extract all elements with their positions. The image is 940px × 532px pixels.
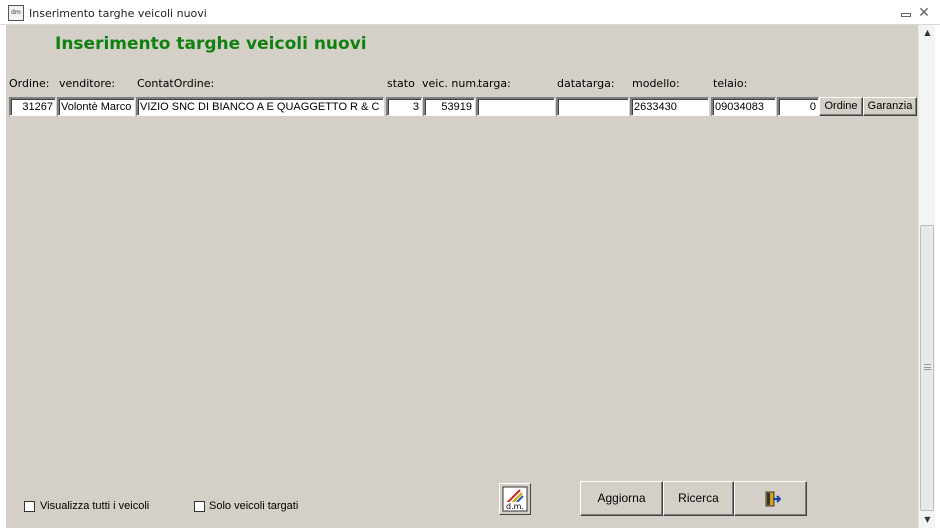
- label-venditore: venditore:: [59, 77, 116, 90]
- label-ordine: Ordine:: [9, 77, 50, 90]
- window-title: Inserimento targhe veicoli nuovi: [29, 7, 207, 20]
- dm-logo-button[interactable]: d.m.: [499, 483, 531, 515]
- extra-field[interactable]: 0: [777, 97, 819, 116]
- solo-targati-label: Solo veicoli targati: [209, 500, 299, 512]
- label-stato: stato: [387, 77, 415, 90]
- exit-door-icon: [765, 491, 781, 507]
- garanzia-button[interactable]: Garanzia: [863, 97, 917, 116]
- title-bar: dm Inserimento targhe veicoli nuovi ✕: [0, 0, 940, 25]
- ricerca-button[interactable]: Ricerca: [663, 481, 734, 516]
- visualizza-tutti-checkbox[interactable]: [24, 501, 35, 512]
- telaio-field[interactable]: 09034083: [711, 97, 776, 116]
- dm-logo-icon: d.m.: [502, 486, 528, 512]
- minimize-icon[interactable]: [899, 8, 913, 20]
- visualizza-tutti-label: Visualizza tutti i veicoli: [40, 500, 150, 512]
- ordine-field[interactable]: 31267: [9, 97, 56, 116]
- datatarga-field[interactable]: [556, 97, 629, 116]
- modello-field[interactable]: 2633430: [630, 97, 709, 116]
- solo-targati-checkbox[interactable]: [194, 501, 205, 512]
- aggiorna-button[interactable]: Aggiorna: [580, 481, 663, 516]
- grip-icon: [924, 364, 931, 370]
- scroll-up-icon[interactable]: ▲: [919, 25, 936, 41]
- exit-button[interactable]: [734, 481, 807, 516]
- venditore-field[interactable]: Volontè Marco: [57, 97, 135, 116]
- label-modello: modello:: [632, 77, 680, 90]
- scroll-thumb[interactable]: [920, 225, 934, 511]
- ordine-button[interactable]: Ordine: [819, 97, 863, 116]
- label-contat-ordine: ContatOrdine:: [137, 77, 215, 90]
- targa-field[interactable]: [476, 97, 555, 116]
- contat-ordine-field[interactable]: VIZIO SNC DI BIANCO A E QUAGGETTO R & C: [136, 97, 384, 116]
- window-border-right: [935, 25, 940, 532]
- window-border-bottom: [0, 528, 940, 532]
- page-title: Inserimento targhe veicoli nuovi: [55, 34, 367, 54]
- scroll-down-icon[interactable]: ▼: [919, 512, 936, 528]
- close-icon[interactable]: ✕: [917, 5, 931, 21]
- app-logo-icon: dm: [8, 5, 24, 21]
- label-targa: targa:: [478, 77, 511, 90]
- label-telaio: telaio:: [713, 77, 748, 90]
- vertical-scrollbar[interactable]: ▲ ▼: [918, 25, 935, 528]
- veic-num-field[interactable]: 53919: [423, 97, 475, 116]
- stato-field[interactable]: 3: [386, 97, 422, 116]
- label-datatarga: datatarga:: [557, 77, 615, 90]
- label-veic-num: veic. num.: [422, 77, 480, 90]
- svg-text:d.m.: d.m.: [506, 502, 524, 511]
